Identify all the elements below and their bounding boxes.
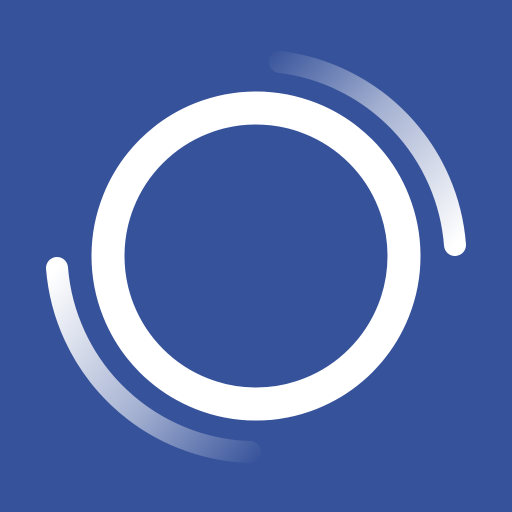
app-icon	[0, 0, 512, 512]
icon-background	[0, 0, 512, 512]
sync-ring-icon	[0, 0, 512, 512]
